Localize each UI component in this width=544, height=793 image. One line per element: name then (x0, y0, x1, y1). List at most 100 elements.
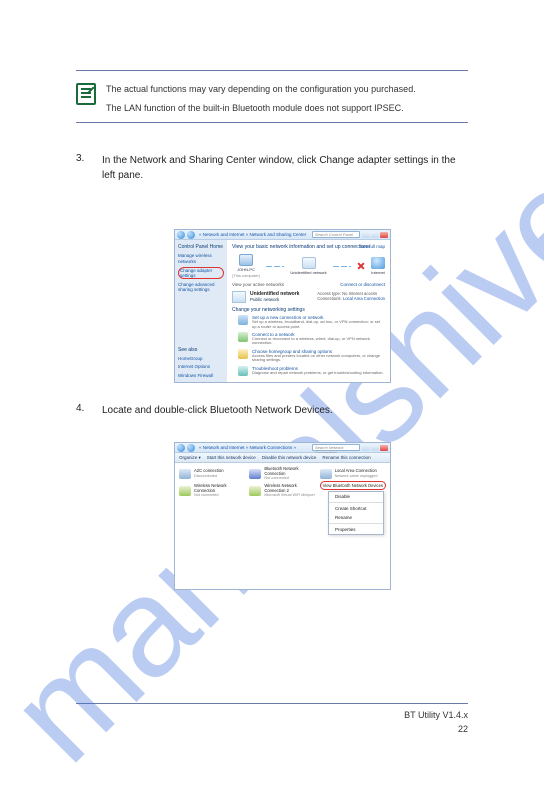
forward-button[interactable] (187, 231, 195, 239)
step-3-text: In the Network and Sharing Center window… (102, 153, 468, 183)
close-button[interactable] (380, 232, 388, 238)
ctx-properties[interactable]: Properties (329, 525, 383, 534)
option-homegroup[interactable]: Choose homegroup and sharing optionsAcce… (238, 349, 385, 363)
step-3-number: 3. (76, 153, 92, 183)
connection-lan[interactable]: Local Area ConnectionNetwork cable unplu… (320, 467, 386, 481)
menu-start-device[interactable]: Start this network device (207, 455, 256, 460)
close-button-2[interactable] (380, 445, 388, 451)
pc-sublabel: (This computer) (232, 273, 260, 278)
sidebar-link-change-adapter-circled[interactable]: Change adapter settings (178, 267, 224, 279)
context-menu: Disable Create Shortcut Rename Propertie… (328, 491, 384, 535)
connections-link[interactable]: Local Area Connection (343, 296, 385, 301)
ctx-create-shortcut[interactable]: Create Shortcut (329, 504, 383, 513)
connection-wireless[interactable]: Wireless Network ConnectionNot connected (179, 484, 245, 498)
page-content: The actual functions may vary depending … (0, 0, 544, 223)
search-input-2[interactable]: Search Network Connections (312, 444, 360, 451)
network-map: JOHN-PC (This computer) Unidentified net… (232, 254, 385, 278)
toolbar: Organize ▾ Start this network device Dis… (175, 453, 390, 463)
sidebar-link-manage-wireless[interactable]: Manage wireless networks (178, 253, 224, 264)
ctx-rename[interactable]: Rename (329, 513, 383, 522)
map-line-2 (333, 266, 351, 267)
conn1-sub: Disconnected (194, 474, 217, 478)
map-unidentified: Unidentified network (290, 257, 326, 275)
window-controls (362, 232, 388, 238)
conn3-sub: Network cable unplugged (335, 474, 378, 478)
pc-icon (239, 254, 253, 266)
option-setup-connection[interactable]: Set up a new connection or networkSet up… (238, 315, 385, 329)
net-label: Unidentified network (290, 270, 326, 275)
sidebar-link-internet-options[interactable]: Internet Options (178, 364, 224, 369)
connection-bluetooth[interactable]: Bluetooth Network ConnectionNot connecte… (249, 467, 315, 481)
connection-wireless-2[interactable]: Wireless Network Connection 2Microsoft V… (249, 484, 315, 498)
menu-disable-device[interactable]: Disable this network device (262, 455, 317, 460)
sidebar-link-advanced-sharing[interactable]: Change advanced sharing settings (178, 282, 224, 293)
footer-rule (76, 703, 468, 704)
connections-label: Connections: (317, 296, 341, 301)
lan-icon-2 (320, 469, 332, 479)
maximize-button-2[interactable] (371, 445, 379, 451)
setup-icon (238, 315, 248, 325)
forward-button-2[interactable] (187, 444, 195, 452)
option-connect-network[interactable]: Connect to a networkConnect or reconnect… (238, 332, 385, 346)
rule-bottom (76, 122, 468, 123)
minimize-button[interactable] (362, 232, 370, 238)
minimize-button-2[interactable] (362, 445, 370, 451)
breadcrumb-2[interactable]: « Network and Internet » Network Connect… (197, 445, 310, 450)
troubleshoot-icon (238, 366, 248, 376)
sidebar-link-windows-firewall[interactable]: Windows Firewall (178, 373, 224, 378)
conn2-sub: Not connected (264, 476, 289, 480)
sidebar: Control Panel Home Manage wireless netwo… (175, 240, 227, 382)
wifi-icon-2 (249, 486, 261, 496)
connect-disconnect-link[interactable]: Connect or disconnect (340, 282, 385, 287)
conn5-name: Wireless Network Connection 2 (264, 483, 297, 493)
conn4-name: Wireless Network Connection (194, 483, 227, 493)
sidebar-see-also: See also (178, 347, 224, 353)
rule-top (76, 70, 468, 71)
opt2-desc: Connect or reconnect to a wireless, wire… (252, 337, 385, 346)
screenshot-network-connections: « Network and Internet » Network Connect… (174, 442, 391, 590)
map-line-1 (266, 266, 284, 267)
opt4-desc: Diagnose and repair network problems, or… (252, 371, 384, 375)
view-active-label: View your active networks (232, 282, 284, 287)
network-icon (302, 257, 316, 269)
back-button-2[interactable] (177, 444, 185, 452)
breadcrumb[interactable]: « Network and Internet » Network and Sha… (197, 232, 310, 237)
note-icon (76, 83, 96, 105)
step-4-text: Locate and double-click Bluetooth Networ… (102, 403, 333, 418)
search-input[interactable]: Search Control Panel (312, 231, 360, 238)
sidebar-link-homegroup[interactable]: HomeGroup (178, 356, 224, 361)
note-text: The actual functions may vary depending … (106, 83, 416, 114)
note-line-1: The actual functions may vary depending … (106, 83, 416, 96)
view-bluetooth-devices-circled[interactable]: View Bluetooth Network Devices (320, 481, 386, 490)
connection-a2c[interactable]: A2C connectionDisconnected (179, 467, 245, 481)
red-x-icon (357, 262, 365, 270)
note-block: The actual functions may vary depending … (76, 77, 468, 122)
back-button[interactable] (177, 231, 185, 239)
conn4-sub: Not connected (194, 493, 219, 497)
conn3-name: Local Area Connection (335, 468, 377, 473)
ctx-separator (329, 502, 383, 503)
conn5-sub: Microsoft Virtual WiFi Miniport (264, 493, 314, 497)
footer-label: BT Utility V1.4.x (404, 710, 468, 720)
wifi-icon (179, 486, 191, 496)
active-network-icon (232, 291, 246, 303)
conn1-name: A2C connection (194, 468, 224, 473)
pc-label: JOHN-PC (237, 267, 255, 272)
map-this-pc: JOHN-PC (This computer) (232, 254, 260, 278)
internet-label: Internet (371, 270, 385, 275)
map-internet: Internet (371, 257, 385, 275)
menu-rename[interactable]: Rename this connection (322, 455, 370, 460)
opt1-desc: Set up a wireless, broadband, dial-up, a… (252, 320, 385, 329)
maximize-button[interactable] (371, 232, 379, 238)
page-number: 22 (458, 724, 468, 734)
menu-organize[interactable]: Organize ▾ (179, 455, 201, 461)
active-network-row: Unidentified network Public network Acce… (232, 291, 385, 303)
conn2-name: Bluetooth Network Connection (264, 466, 298, 476)
ctx-disable[interactable]: Disable (329, 492, 383, 501)
change-settings-header: Change your networking settings (232, 307, 385, 313)
see-full-map-link[interactable]: See full map (360, 244, 385, 249)
globe-icon (371, 257, 385, 269)
lan-icon (179, 469, 191, 479)
change-settings-section: Change your networking settings Set up a… (232, 307, 385, 375)
option-troubleshoot[interactable]: Troubleshoot problemsDiagnose and repair… (238, 366, 385, 376)
